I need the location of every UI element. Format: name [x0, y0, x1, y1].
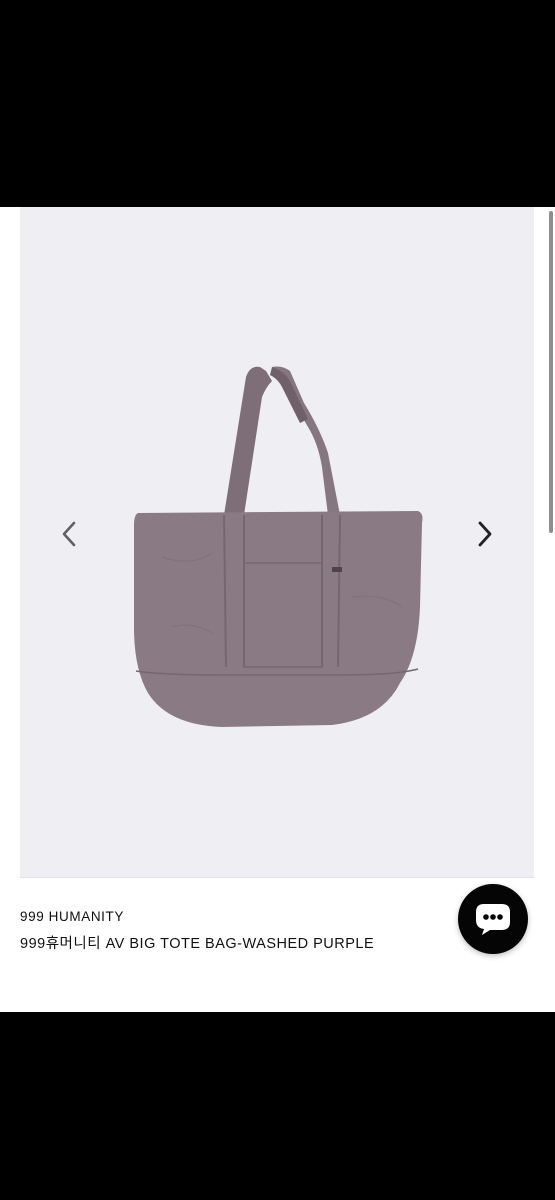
product-name: 999휴머니티 AV BIG TOTE BAG-WASHED PURPLE [20, 936, 375, 952]
product-image-gallery[interactable] [20, 207, 534, 878]
gallery-next-button[interactable] [469, 514, 501, 554]
gallery-prev-button[interactable] [53, 514, 85, 554]
product-page[interactable]: 999 HUMANITY 999휴머니티 AV BIG TOTE BAG-WAS… [0, 207, 555, 1012]
chat-bubble-icon [476, 904, 510, 935]
product-brand: 999 HUMANITY [20, 909, 124, 924]
chat-button[interactable] [458, 884, 528, 954]
product-image-tote-bag [134, 366, 423, 727]
chevron-left-icon [62, 521, 76, 547]
scrollbar[interactable] [549, 211, 553, 533]
bottom-black-bar [0, 1012, 555, 1200]
top-black-bar [0, 0, 555, 207]
chevron-right-icon [478, 521, 492, 547]
